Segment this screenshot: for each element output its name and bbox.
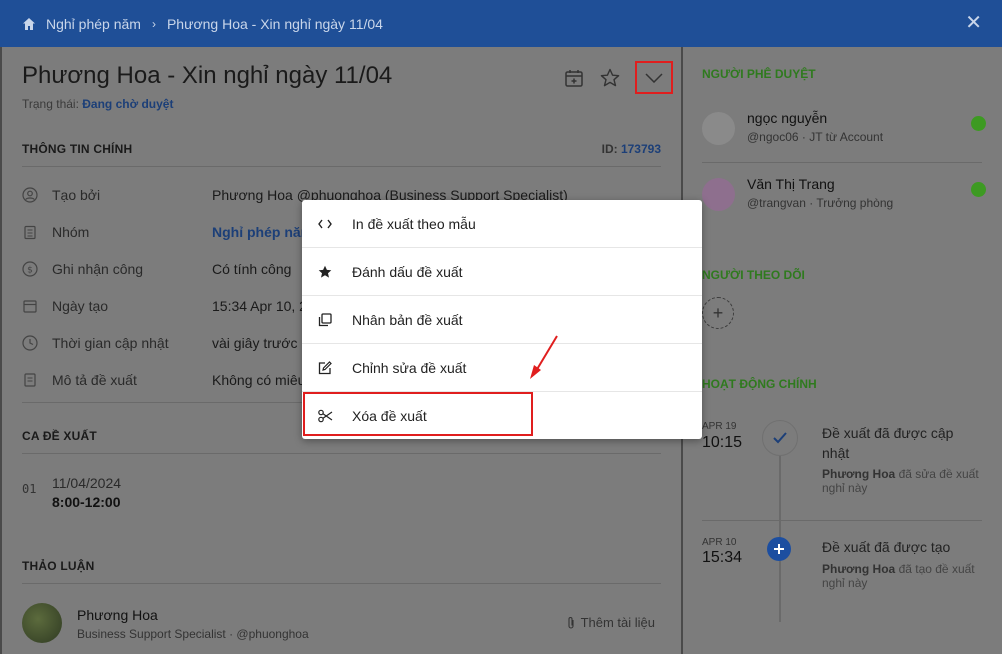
- info-value: 15:34 Apr 10, 2: [212, 298, 307, 314]
- info-value: vài giây trước: [212, 335, 298, 351]
- divider: [22, 583, 661, 584]
- approver-sub: @trangvan · Trưởng phòng: [747, 196, 894, 210]
- activity-time: 15:34: [702, 549, 743, 566]
- status-badge: Đang chờ duyệt: [82, 97, 174, 111]
- menu-item-label: Đánh dấu đề xuất: [352, 263, 463, 280]
- activity-time: 10:15: [702, 434, 743, 451]
- page-title: Phương Hoa - Xin nghỉ ngày 11/04: [22, 62, 393, 89]
- activity-date: APR 10: [702, 537, 737, 548]
- breadcrumb-separator-icon: ›: [151, 16, 156, 31]
- breadcrumb-root[interactable]: Nghỉ phép năm: [46, 16, 141, 32]
- info-label: Thời gian cập nhật: [52, 335, 169, 351]
- add-follower-button[interactable]: +: [702, 297, 734, 329]
- menu-item-duplicate[interactable]: Nhân bản đề xuất: [302, 296, 702, 344]
- top-bar: Nghỉ phép năm › Phương Hoa - Xin nghỉ ng…: [0, 0, 1002, 47]
- info-label: Ghi nhận công: [52, 261, 144, 277]
- activity-marker: [762, 420, 798, 456]
- paperclip-icon: [568, 616, 574, 629]
- group-link[interactable]: Nghỉ phép năm: [212, 224, 313, 240]
- attach-button[interactable]: Thêm tài liệu: [566, 615, 655, 630]
- info-label: Ngày tạo: [52, 298, 109, 314]
- calendar-icon: [23, 300, 37, 313]
- activity-date: APR 19: [702, 421, 737, 432]
- code-icon: [317, 216, 333, 232]
- avatar: [702, 112, 735, 145]
- document-icon: [24, 373, 36, 387]
- timeline-line: [779, 442, 781, 622]
- request-id: ID: 173793: [601, 142, 661, 156]
- clipboard-icon: [24, 225, 36, 240]
- menu-item-print-template[interactable]: In đề xuất theo mẫu: [302, 200, 702, 248]
- info-value: Không có miêu: [212, 372, 306, 388]
- info-label: Tạo bởi: [52, 187, 101, 203]
- clock-icon: [22, 335, 38, 351]
- more-actions-button[interactable]: [635, 61, 673, 94]
- activity-sub: Phương Hoa đã sửa đề xuất nghỉ này: [822, 467, 979, 495]
- avatar[interactable]: [22, 603, 62, 643]
- calendar-add-icon[interactable]: [563, 67, 585, 89]
- plus-icon: +: [712, 302, 724, 323]
- approver-sub: @ngoc06 · JT từ Account: [747, 130, 884, 144]
- info-value: Có tính công: [212, 261, 292, 277]
- divider: [702, 162, 982, 163]
- activity-title-text: Đề xuất đã được cập nhật: [822, 425, 954, 461]
- divider: [22, 166, 661, 167]
- close-icon[interactable]: ✕: [965, 13, 982, 33]
- pointer-arrow-icon: [530, 335, 558, 379]
- star-outline-icon[interactable]: [599, 67, 621, 89]
- menu-item-label: Chỉnh sửa đề xuất: [352, 359, 467, 376]
- edit-icon: [317, 360, 333, 376]
- status-line: Trạng thái: Đang chờ duyệt: [22, 97, 173, 111]
- shift-time: 8:00-12:00: [52, 494, 121, 510]
- chevron-down-icon: [645, 72, 663, 83]
- delete-highlight-box: [303, 392, 533, 436]
- divider: [702, 520, 982, 521]
- approval-status-dot: [971, 116, 986, 131]
- shift-date: 11/04/2024: [52, 475, 122, 491]
- menu-item-label: Nhân bản đề xuất: [352, 311, 463, 328]
- divider: [22, 453, 661, 454]
- plus-circle-icon: [767, 537, 791, 561]
- comment-author: Phương Hoa: [77, 607, 158, 623]
- info-label: Nhóm: [52, 224, 90, 240]
- home-icon[interactable]: [22, 17, 36, 31]
- info-label: Mô tả đề xuất: [52, 372, 137, 388]
- user-circle-icon: [22, 187, 38, 203]
- approver-name: Văn Thị Trang: [747, 176, 835, 192]
- discussion-title: THẢO LUẬN: [22, 559, 95, 573]
- menu-item-label: In đề xuất theo mẫu: [352, 215, 476, 232]
- main-info-title: THÔNG TIN CHÍNH: [22, 142, 133, 156]
- comment-author-sub: Business Support Specialist · @phuonghoa: [77, 627, 309, 641]
- menu-item-mark[interactable]: Đánh dấu đề xuất: [302, 248, 702, 296]
- shifts-title: CA ĐỀ XUẤT: [22, 429, 97, 443]
- breadcrumb-current: Phương Hoa - Xin nghỉ ngày 11/04: [166, 15, 383, 32]
- avatar: [702, 178, 735, 211]
- attach-label: Thêm tài liệu: [580, 615, 655, 630]
- menu-item-edit[interactable]: Chỉnh sửa đề xuất: [302, 344, 702, 392]
- header-actions: [563, 61, 673, 94]
- approver-item[interactable]: Văn Thị Trang @trangvan · Trưởng phòng: [702, 170, 992, 226]
- copy-icon: [317, 312, 333, 328]
- approver-item[interactable]: ngọc nguyễn @ngoc06 · JT từ Account: [702, 104, 992, 160]
- status-label: Trạng thái:: [22, 97, 79, 111]
- star-icon: [317, 264, 333, 280]
- approvers-title: NGƯỜI PHÊ DUYỆT: [702, 67, 816, 81]
- svg-text:$: $: [27, 266, 33, 276]
- shift-number: 01: [22, 482, 37, 496]
- approver-name: ngọc nguyễn: [747, 110, 828, 126]
- activity-title-text: Đề xuất đã được tạo: [822, 539, 951, 555]
- activity-sub: Phương Hoa đã tạo đề xuất nghỉ này: [822, 562, 975, 590]
- activity-title: HOẠT ĐỘNG CHÍNH: [702, 377, 817, 391]
- coin-icon: $: [22, 261, 38, 277]
- right-panel: NGƯỜI PHÊ DUYỆT ngọc nguyễn @ngoc06 · JT…: [683, 47, 1002, 654]
- followers-title: NGƯỜI THEO DÕI: [702, 268, 805, 282]
- check-icon: [773, 432, 787, 444]
- approval-status-dot: [971, 182, 986, 197]
